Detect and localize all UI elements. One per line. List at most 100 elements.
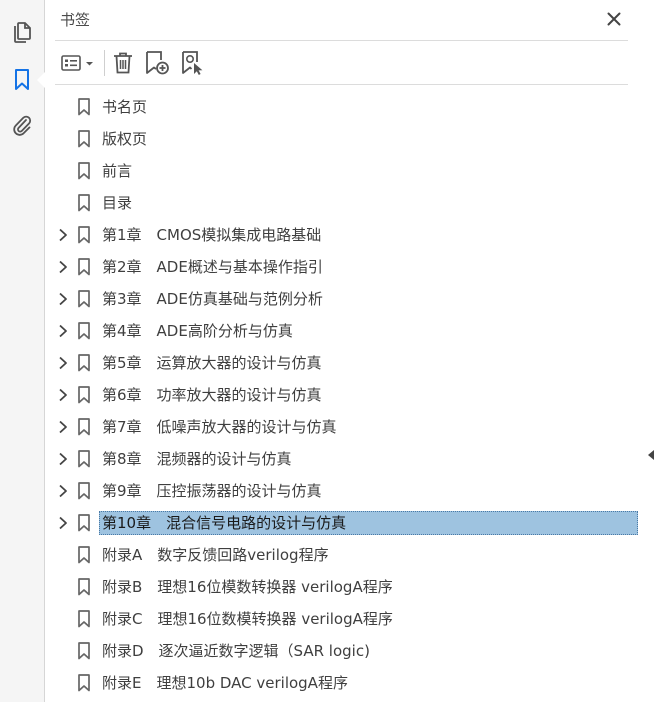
- bookmark-icon: [77, 194, 91, 212]
- bookmark-icon: [77, 674, 91, 692]
- bookmark-icon: [77, 386, 91, 404]
- bookmark-label[interactable]: 附录B 理想16位模数转换器 verilogA程序: [100, 575, 395, 599]
- bookmark-label[interactable]: 第3章 ADE仿真基础与范例分析: [100, 287, 325, 311]
- expand-bookmark-button[interactable]: [55, 323, 71, 339]
- bookmark-label[interactable]: 第2章 ADE概述与基本操作指引: [100, 255, 325, 279]
- bookmark-label[interactable]: 附录D 逐次逼近数字逻辑（SAR logic): [100, 639, 372, 663]
- bookmark-item[interactable]: 版权页: [45, 123, 644, 155]
- panel-title: 书签: [60, 11, 91, 29]
- chevron-right-icon: [59, 292, 67, 306]
- expand-bookmark-button[interactable]: [55, 259, 71, 275]
- expand-right-pane-arrow-icon[interactable]: [648, 450, 654, 460]
- bookmark-label[interactable]: 第4章 ADE高阶分析与仿真: [100, 319, 295, 343]
- chevron-right-icon: [59, 420, 67, 434]
- bookmark-item[interactable]: 第4章 ADE高阶分析与仿真: [45, 315, 644, 347]
- chevron-right-icon: [59, 516, 67, 530]
- bookmark-item[interactable]: 第5章 运算放大器的设计与仿真: [45, 347, 644, 379]
- attachments-button[interactable]: [8, 111, 36, 139]
- bookmark-icon: [77, 162, 91, 180]
- bookmark-item[interactable]: 书名页: [45, 91, 644, 123]
- bookmark-from-selection-icon: [182, 51, 203, 75]
- paperclip-icon: [13, 115, 32, 136]
- bookmark-icon: [77, 514, 91, 532]
- close-icon: [607, 12, 621, 26]
- bookmark-item[interactable]: 附录A 数字反馈回路verilog程序: [45, 539, 644, 571]
- options-menu-button[interactable]: [59, 49, 99, 77]
- page-thumbnails-button[interactable]: [8, 19, 36, 47]
- bookmark-item[interactable]: 第9章 压控振荡器的设计与仿真: [45, 475, 644, 507]
- right-pane-edge: [644, 0, 656, 702]
- bookmark-from-selection-button[interactable]: [180, 49, 206, 77]
- new-bookmark-icon: [146, 51, 169, 75]
- expand-bookmark-button[interactable]: [55, 291, 71, 307]
- bookmark-icon: [77, 578, 91, 596]
- bookmark-label[interactable]: 版权页: [100, 127, 149, 151]
- active-panel-pointer: [37, 72, 45, 88]
- chevron-right-icon: [59, 452, 67, 466]
- new-bookmark-button[interactable]: [144, 49, 170, 77]
- chevron-right-icon: [59, 324, 67, 338]
- bookmark-item[interactable]: 第2章 ADE概述与基本操作指引: [45, 251, 644, 283]
- expand-bookmark-button[interactable]: [55, 515, 71, 531]
- bookmark-item[interactable]: 目录: [45, 187, 644, 219]
- bookmark-label[interactable]: 第10章 混合信号电路的设计与仿真: [99, 511, 638, 535]
- bookmark-item[interactable]: 第10章 混合信号电路的设计与仿真: [45, 507, 644, 539]
- bookmarks-button[interactable]: [8, 66, 36, 94]
- panel-header: 书签: [45, 0, 644, 40]
- bookmark-item[interactable]: 附录C 理想16位数模转换器 verilogA程序: [45, 603, 644, 635]
- navigation-rail: [0, 0, 45, 702]
- bookmark-item[interactable]: 第8章 混频器的设计与仿真: [45, 443, 644, 475]
- bookmark-item[interactable]: 第1章 CMOS模拟集成电路基础: [45, 219, 644, 251]
- chevron-right-icon: [59, 228, 67, 242]
- expand-bookmark-button[interactable]: [55, 387, 71, 403]
- bookmark-icon: [77, 290, 91, 308]
- bookmark-label[interactable]: 附录E 理想10b DAC verilogA程序: [100, 671, 350, 695]
- expand-bookmark-button[interactable]: [55, 355, 71, 371]
- close-panel-button[interactable]: [604, 9, 624, 29]
- bookmark-icon: [77, 98, 91, 116]
- bookmark-icon: [15, 69, 29, 90]
- bookmark-item[interactable]: 附录B 理想16位模数转换器 verilogA程序: [45, 571, 644, 603]
- toolbar-divider: [55, 84, 628, 85]
- bookmark-item[interactable]: 第3章 ADE仿真基础与范例分析: [45, 283, 644, 315]
- bookmark-icon: [77, 418, 91, 436]
- chevron-right-icon: [59, 356, 67, 370]
- expand-bookmark-button[interactable]: [55, 419, 71, 435]
- bookmark-icon: [77, 354, 91, 372]
- bookmark-label[interactable]: 目录: [100, 191, 134, 215]
- bookmark-icon: [77, 130, 91, 148]
- bookmark-item[interactable]: 附录E 理想10b DAC verilogA程序: [45, 667, 644, 699]
- bookmark-icon: [77, 482, 91, 500]
- bookmark-item[interactable]: 第6章 功率放大器的设计与仿真: [45, 379, 644, 411]
- bookmark-label[interactable]: 第9章 压控振荡器的设计与仿真: [100, 479, 324, 503]
- bookmark-label[interactable]: 第6章 功率放大器的设计与仿真: [100, 383, 324, 407]
- bookmark-icon: [77, 258, 91, 276]
- bookmark-label[interactable]: 第7章 低噪声放大器的设计与仿真: [100, 415, 339, 439]
- bookmark-label[interactable]: 第1章 CMOS模拟集成电路基础: [100, 223, 323, 247]
- toolbar-separator: [104, 50, 105, 76]
- bookmark-label[interactable]: 第5章 运算放大器的设计与仿真: [100, 351, 324, 375]
- chevron-right-icon: [59, 484, 67, 498]
- options-menu-icon: [61, 55, 93, 71]
- bookmark-label[interactable]: 附录A 数字反馈回路verilog程序: [100, 543, 331, 567]
- page-thumbnails-icon: [14, 22, 31, 43]
- bookmark-item[interactable]: 附录D 逐次逼近数字逻辑（SAR logic): [45, 635, 644, 667]
- bookmark-icon: [77, 642, 91, 660]
- expand-bookmark-button[interactable]: [55, 227, 71, 243]
- bookmark-icon: [77, 546, 91, 564]
- bookmark-item[interactable]: 前言: [45, 155, 644, 187]
- delete-bookmark-button[interactable]: [111, 49, 135, 77]
- bookmark-icon: [77, 450, 91, 468]
- bookmark-item[interactable]: 第7章 低噪声放大器的设计与仿真: [45, 411, 644, 443]
- bookmark-icon: [77, 226, 91, 244]
- chevron-right-icon: [59, 388, 67, 402]
- expand-bookmark-button[interactable]: [55, 451, 71, 467]
- bookmark-label[interactable]: 第8章 混频器的设计与仿真: [100, 447, 294, 471]
- bookmark-label[interactable]: 附录C 理想16位数模转换器 verilogA程序: [100, 607, 395, 631]
- bookmark-icon: [77, 610, 91, 628]
- expand-bookmark-button[interactable]: [55, 483, 71, 499]
- bookmark-label[interactable]: 前言: [100, 159, 134, 183]
- bookmark-label[interactable]: 书名页: [100, 95, 149, 119]
- trash-icon: [114, 52, 132, 74]
- bookmarks-panel: 书签 书名页 版权页 前言 目录 第1章 CMOS模拟集成电路基础 第2章 AD…: [45, 0, 644, 702]
